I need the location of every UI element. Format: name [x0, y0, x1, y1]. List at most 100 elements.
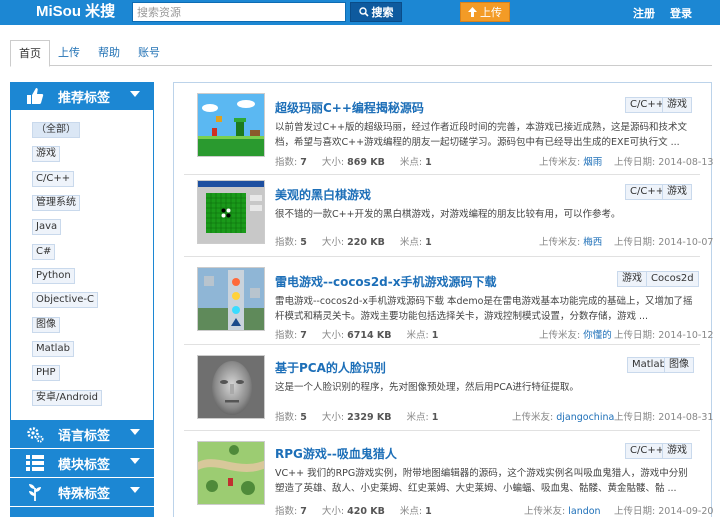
login-link[interactable]: 登录: [670, 5, 692, 21]
size-value: 2329 KB: [347, 412, 392, 423]
resource-tag[interactable]: 图像: [664, 357, 694, 373]
list-item: 基于PCA的人脸识别 Matlab 图像 这是一个人脸识别的程序，先对图像预处理…: [184, 345, 713, 431]
index-value: 7: [300, 330, 307, 341]
tag-item-objective-c[interactable]: Objective-C: [32, 292, 99, 308]
special-tags-title: 特殊标签: [58, 486, 111, 502]
top-bar: MiSou 米搜 搜索 上传 注册 登录: [0, 0, 720, 25]
uploader-info: 上传米友: 你懂的: [539, 330, 612, 341]
tag-item-android[interactable]: 安卓/Android: [32, 390, 103, 406]
tab-account[interactable]: 账号: [130, 40, 168, 66]
list-icon: [26, 454, 44, 472]
language-tags-title: 语言标签: [58, 428, 111, 444]
sidebar: 推荐标签 （全部） 游戏 C/C++ 管理系统 Java C# Python O…: [10, 82, 154, 517]
resource-tag[interactable]: 游戏: [662, 184, 692, 200]
list-item: 美观的黑白棋游戏 C/C++ 游戏 很不错的一款C++开发的黑白棋游戏，对游戏编…: [184, 175, 713, 257]
tag-item-java[interactable]: Java: [32, 219, 62, 235]
resource-thumbnail[interactable]: [197, 441, 265, 505]
uploader-name[interactable]: 你懂的: [583, 330, 612, 341]
resource-thumbnail[interactable]: [197, 267, 265, 331]
uploader-info: 上传米友: djangochina: [512, 412, 615, 423]
resource-meta: 指数: 7 大小: 6714 KB 米点: 1: [275, 330, 439, 341]
upload-date: 上传日期: 2014-08-31: [614, 412, 714, 423]
tag-item-python[interactable]: Python: [32, 268, 75, 284]
module-tags-header[interactable]: 模块标签: [10, 449, 154, 477]
points-value: 1: [425, 237, 432, 248]
list-item: RPG游戏--吸血鬼猎人 C/C++ 游戏 VC++ 我们的RPG游戏实例，附带…: [184, 431, 713, 517]
points-value: 1: [431, 412, 439, 423]
resource-list: 超级玛丽C++编程揭秘源码 C/C++ 游戏 以前曾发过C++版的超级玛丽，经过…: [173, 82, 713, 517]
resource-thumbnail[interactable]: [197, 180, 265, 244]
resource-meta: 指数: 5 大小: 220 KB 米点: 1: [275, 237, 432, 248]
tag-item-management[interactable]: 管理系统: [32, 195, 80, 211]
site-logo[interactable]: MiSou 米搜: [36, 3, 115, 21]
tab-upload[interactable]: 上传: [50, 40, 88, 66]
resource-title[interactable]: 雷电游戏--cocos2d-x手机游戏源码下载: [275, 273, 496, 290]
tag-item-game[interactable]: 游戏: [32, 146, 60, 162]
upload-date: 上传日期: 2014-10-07: [614, 237, 714, 248]
search-icon: [358, 7, 369, 17]
chevron-down-icon: [130, 487, 140, 493]
points-value: 1: [425, 157, 432, 168]
language-tags-header[interactable]: 语言标签: [10, 420, 154, 448]
resource-description: 雷电游戏--cocos2d-x手机游戏源码下载 本demo是在雷电游戏基本功能完…: [275, 296, 693, 322]
list-item: 超级玛丽C++编程揭秘源码 C/C++ 游戏 以前曾发过C++版的超级玛丽，经过…: [184, 87, 713, 175]
resource-title[interactable]: RPG游戏--吸血鬼猎人: [275, 445, 397, 462]
resource-thumbnail[interactable]: [197, 355, 265, 419]
thumbs-up-icon: [26, 87, 44, 105]
upload-date: 上传日期: 2014-10-12: [614, 330, 714, 341]
more-tags-header[interactable]: [10, 507, 154, 517]
resource-thumbnail[interactable]: [197, 93, 265, 157]
chevron-down-icon: [130, 429, 140, 435]
tab-help[interactable]: 帮助: [90, 40, 128, 66]
resource-title[interactable]: 美观的黑白棋游戏: [275, 186, 371, 203]
upload-button[interactable]: 上传: [460, 2, 510, 22]
tag-item-image[interactable]: 图像: [32, 317, 60, 333]
uploader-name[interactable]: landon: [568, 506, 600, 517]
tag-item-csharp[interactable]: C#: [32, 244, 56, 260]
uploader-info: 上传米友: 烟雨: [539, 157, 603, 168]
tag-item-cpp[interactable]: C/C++: [32, 171, 75, 187]
chevron-down-icon: [130, 458, 140, 464]
resource-description: VC++ 我们的RPG游戏实例，附带地图编辑器的源码，这个游戏实例名叫吸血鬼猎人…: [275, 468, 688, 494]
register-link[interactable]: 注册: [633, 5, 655, 21]
size-value: 420 KB: [347, 506, 385, 517]
gears-icon: [26, 425, 44, 443]
points-value: 1: [431, 330, 439, 341]
resource-description: 这是一个人脸识别的程序，先对图像预处理，然后用PCA进行特征提取。: [275, 382, 579, 393]
resource-tag[interactable]: Cocos2d: [646, 271, 699, 287]
search-button[interactable]: 搜索: [350, 2, 402, 22]
special-tags-header[interactable]: 特殊标签: [10, 478, 154, 506]
upload-date: 上传日期: 2014-08-13: [614, 157, 714, 168]
resource-tag[interactable]: 游戏: [617, 271, 647, 287]
search-button-label: 搜索: [371, 6, 394, 19]
resource-meta: 指数: 5 大小: 2329 KB 米点: 1: [275, 412, 439, 423]
index-value: 7: [300, 157, 307, 168]
upload-button-label: 上传: [480, 6, 502, 19]
tag-item-matlab[interactable]: Matlab: [32, 341, 74, 357]
size-value: 6714 KB: [347, 330, 392, 341]
tag-item-all[interactable]: （全部）: [32, 122, 80, 138]
tag-item-php[interactable]: PHP: [32, 365, 60, 381]
search-input[interactable]: [132, 2, 346, 22]
uploader-name[interactable]: djangochina: [556, 412, 614, 423]
module-tags-title: 模块标签: [58, 457, 111, 473]
tag-panel: （全部） 游戏 C/C++ 管理系统 Java C# Python Object…: [10, 110, 154, 430]
uploader-name[interactable]: 梅西: [583, 237, 602, 248]
resource-tag[interactable]: 游戏: [662, 97, 692, 113]
resource-title[interactable]: 基于PCA的人脸识别: [275, 359, 386, 376]
size-value: 220 KB: [347, 237, 385, 248]
uploader-name[interactable]: 烟雨: [583, 157, 602, 168]
points-value: 1: [425, 506, 432, 517]
recommend-tags-title: 推荐标签: [58, 90, 111, 106]
recommend-tags-header[interactable]: 推荐标签: [10, 82, 154, 110]
resource-description: 以前曾发过C++版的超级玛丽，经过作者近段时间的完善，本游戏已接近成熟，这是源码…: [275, 122, 688, 148]
nav-tabs: 首页 上传 帮助 账号: [10, 40, 712, 67]
chevron-down-icon: [130, 91, 140, 97]
uploader-info: 上传米友: landon: [524, 506, 601, 517]
tab-home[interactable]: 首页: [10, 40, 50, 67]
resource-title[interactable]: 超级玛丽C++编程揭秘源码: [275, 99, 424, 116]
list-item: 雷电游戏--cocos2d-x手机游戏源码下载 游戏 Cocos2d 雷电游戏-…: [184, 257, 713, 345]
upload-date: 上传日期: 2014-09-20: [614, 506, 714, 517]
index-value: 5: [300, 237, 307, 248]
resource-tag[interactable]: 游戏: [662, 443, 692, 459]
